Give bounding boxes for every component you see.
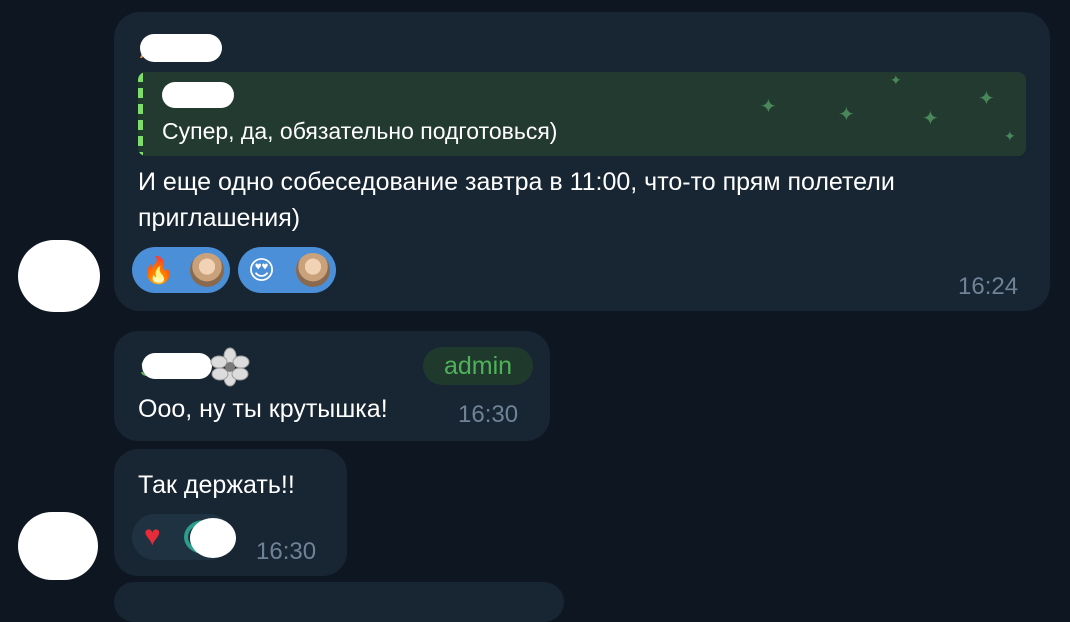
message-text-line: И еще одно собеседование завтра в 11:00,… xyxy=(138,168,895,196)
sparkle-decoration: ✦ xyxy=(760,96,777,118)
sparkle-decoration: ✦ xyxy=(890,72,902,88)
message-text: Ооо, ну ты крутышка! xyxy=(138,395,388,423)
message-text: Так держать!! xyxy=(138,471,295,499)
sparkle-decoration: ✦ xyxy=(838,104,855,126)
message-time: 16:30 xyxy=(256,538,317,565)
admin-badge: admin xyxy=(423,347,533,385)
reply-quote-text: Супер, да, обязательно подготовься) xyxy=(162,118,558,144)
reactor-avatar xyxy=(294,251,332,289)
message-text-line: приглашения) xyxy=(138,204,301,232)
message-time: 16:24 xyxy=(958,273,1019,300)
message-bubble[interactable] xyxy=(114,582,564,622)
sparkle-decoration: ✦ xyxy=(922,108,939,130)
flower-emoji-icon xyxy=(210,347,250,387)
redacted-sender-name xyxy=(142,353,212,379)
sparkle-decoration: ✦ xyxy=(978,88,995,110)
heart-emoji-icon: ♥ xyxy=(144,520,161,551)
reactor-avatar xyxy=(188,251,226,289)
message-time: 16:30 xyxy=(458,401,519,428)
fire-emoji-icon: 🔥 xyxy=(142,255,175,285)
heart-eyes-emoji-icon: 😍 xyxy=(248,255,276,285)
redacted-sender-name xyxy=(140,34,222,62)
redacted-avatar[interactable] xyxy=(18,240,100,312)
reaction-fire[interactable]: 🔥 xyxy=(132,247,230,293)
reply-accent-bar xyxy=(138,72,143,156)
redacted-reactor-avatar xyxy=(190,518,236,558)
sparkle-decoration: ✦ xyxy=(1004,128,1016,144)
reaction-heart-eyes[interactable]: 😍 xyxy=(238,247,336,293)
reply-quote[interactable]: ✦ ✦ ✦ ✦ ✦ ✦ Супер, да, обязательно подго… xyxy=(138,72,1026,156)
redacted-reply-sender xyxy=(162,82,234,108)
redacted-avatar[interactable] xyxy=(18,512,98,580)
